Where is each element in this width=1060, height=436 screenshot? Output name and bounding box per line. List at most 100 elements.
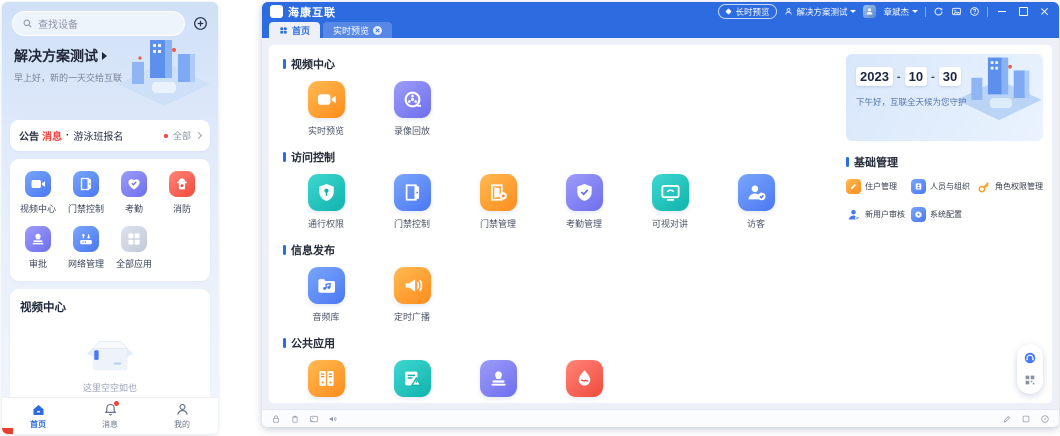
- section-title: 公共应用: [291, 335, 335, 351]
- nav-messages[interactable]: 消息: [74, 398, 146, 434]
- app-approval[interactable]: 审批: [14, 226, 62, 270]
- app-door-control[interactable]: 门禁控制: [62, 171, 110, 215]
- section-bar: [283, 245, 286, 255]
- app-playback[interactable]: 录像回放: [369, 81, 455, 137]
- app-attendance-management[interactable]: 考勤管理: [541, 174, 627, 230]
- user-icon: [784, 7, 793, 16]
- section-bar: [283, 152, 286, 162]
- app-visitor[interactable]: 访客: [713, 174, 799, 230]
- divider: [987, 7, 988, 17]
- app-video-center[interactable]: 视频中心: [14, 171, 62, 215]
- app-live-preview[interactable]: 实时预览: [283, 81, 369, 137]
- hydrant-icon: [169, 171, 195, 197]
- section-video-center: 视频中心 实时预览 录像回放: [283, 56, 835, 137]
- help-icon[interactable]: [969, 6, 980, 17]
- basic-item-new-user-review[interactable]: 新用户审核: [846, 207, 905, 222]
- nav-profile[interactable]: 我的: [146, 398, 218, 434]
- door-icon: [394, 174, 431, 211]
- film-reel-icon: [394, 81, 431, 118]
- app-fire[interactable]: 消防: [158, 171, 206, 215]
- search-placeholder: 查找设备: [38, 16, 78, 31]
- volume-icon[interactable]: [328, 414, 338, 424]
- trash-icon[interactable]: [290, 414, 300, 424]
- app-grid: 视频中心 门禁控制 考勤 消防 审批 网络管理: [10, 159, 210, 281]
- solution-selector[interactable]: 解决方案测试: [784, 6, 856, 18]
- close-button[interactable]: [1037, 5, 1051, 19]
- drop-icon: [566, 360, 603, 397]
- service-icon[interactable]: [1023, 351, 1037, 365]
- stamp-icon: [480, 360, 517, 397]
- key-icon: [976, 179, 991, 194]
- app-event-center[interactable]: 事件中心: [369, 360, 455, 403]
- app-audio-library[interactable]: 音频库: [283, 267, 369, 323]
- announcement-all-link[interactable]: 全部: [173, 129, 191, 142]
- buildings-illustration: [112, 32, 216, 108]
- app-network[interactable]: 网络管理: [62, 226, 110, 270]
- app-attendance[interactable]: 考勤: [110, 171, 158, 215]
- basic-item-role-permissions[interactable]: 角色权限管理: [976, 179, 1043, 194]
- record-icon[interactable]: [1040, 414, 1050, 424]
- sync-icon[interactable]: [933, 6, 944, 17]
- window-icon[interactable]: [1021, 414, 1031, 424]
- app-door-management[interactable]: 门禁管理: [455, 174, 541, 230]
- app-door-control[interactable]: 门禁控制: [369, 174, 455, 230]
- app-approval-management[interactable]: 审批管理: [455, 360, 541, 403]
- announcement-text: 游泳班报名: [73, 128, 123, 143]
- grid-icon: [279, 26, 288, 35]
- status-bar: [262, 409, 1059, 427]
- pen-icon[interactable]: [1002, 414, 1012, 424]
- tab-live-preview[interactable]: 实时预览: [323, 22, 392, 38]
- basic-item-resident-management[interactable]: 住户管理: [846, 179, 905, 194]
- minimize-button[interactable]: [995, 5, 1009, 19]
- announcement-bar[interactable]: 公告 消息 · 游泳班报名 全部: [10, 120, 210, 151]
- plus-circle-icon[interactable]: [193, 16, 208, 31]
- person-check-icon: [738, 174, 775, 211]
- app-sim-card-management[interactable]: 流量卡管理: [541, 360, 627, 403]
- unread-dot: [164, 134, 168, 138]
- close-icon: [1040, 7, 1049, 16]
- app-pass-permission[interactable]: 通行权限: [283, 174, 369, 230]
- long-preview-button[interactable]: 长时预览: [718, 4, 777, 19]
- lock-icon[interactable]: [271, 414, 281, 424]
- grid-icon: [121, 226, 147, 252]
- dot-separator: ·: [66, 130, 69, 141]
- snapshot-icon[interactable]: [309, 414, 319, 424]
- home-icon: [31, 402, 46, 417]
- pencil-icon: [846, 179, 861, 194]
- tab-home[interactable]: 首页: [269, 22, 320, 38]
- hero-banner: 解决方案测试 早上好，新的一天交给互联: [2, 38, 218, 110]
- app-scheduled-broadcast[interactable]: 定时广播: [369, 267, 455, 323]
- screenshot-icon[interactable]: [951, 6, 962, 17]
- caret-down-icon: [912, 10, 918, 13]
- bottom-nav: 首页 消息 我的: [2, 397, 218, 434]
- user-check-icon: [846, 207, 861, 222]
- announcement-prefix: 公告: [19, 128, 39, 143]
- app-video-intercom[interactable]: 可视对讲: [627, 174, 713, 230]
- close-tab-icon[interactable]: [373, 26, 382, 35]
- maximize-button[interactable]: [1016, 5, 1030, 19]
- chevron-right-icon: [195, 132, 202, 139]
- section-title: 基础管理: [854, 154, 898, 170]
- section-title: 信息发布: [291, 242, 335, 258]
- announcement-highlight: 消息: [42, 128, 62, 143]
- date-day: 30: [939, 67, 961, 86]
- section-bar: [283, 59, 286, 69]
- buildings-illustration: [951, 54, 1043, 122]
- section-access-control: 访问控制 通行权限 门禁控制 门禁管理: [283, 149, 835, 230]
- basic-item-system-config[interactable]: 系统配置: [911, 207, 970, 222]
- app-all-apps[interactable]: 全部应用: [110, 226, 158, 270]
- screen-indicator: [2, 428, 13, 434]
- app-device-management[interactable]: 设备管理: [283, 360, 369, 403]
- qrcode-icon[interactable]: [1023, 373, 1037, 387]
- basic-item-people-org[interactable]: 人员与组织: [911, 179, 970, 194]
- avatar[interactable]: [863, 5, 876, 18]
- empty-box-illustration: [81, 331, 139, 373]
- user-menu[interactable]: 章斌杰: [883, 6, 918, 18]
- gear-icon: [911, 207, 926, 222]
- app-logo: [270, 5, 283, 18]
- date-card: 2023 - 10 - 30 下午好，互联全天候为您守护: [846, 54, 1043, 141]
- router-icon: [73, 226, 99, 252]
- app-title: 海康互联: [288, 4, 336, 20]
- video-camera-icon: [25, 171, 51, 197]
- shield-check-icon: [566, 174, 603, 211]
